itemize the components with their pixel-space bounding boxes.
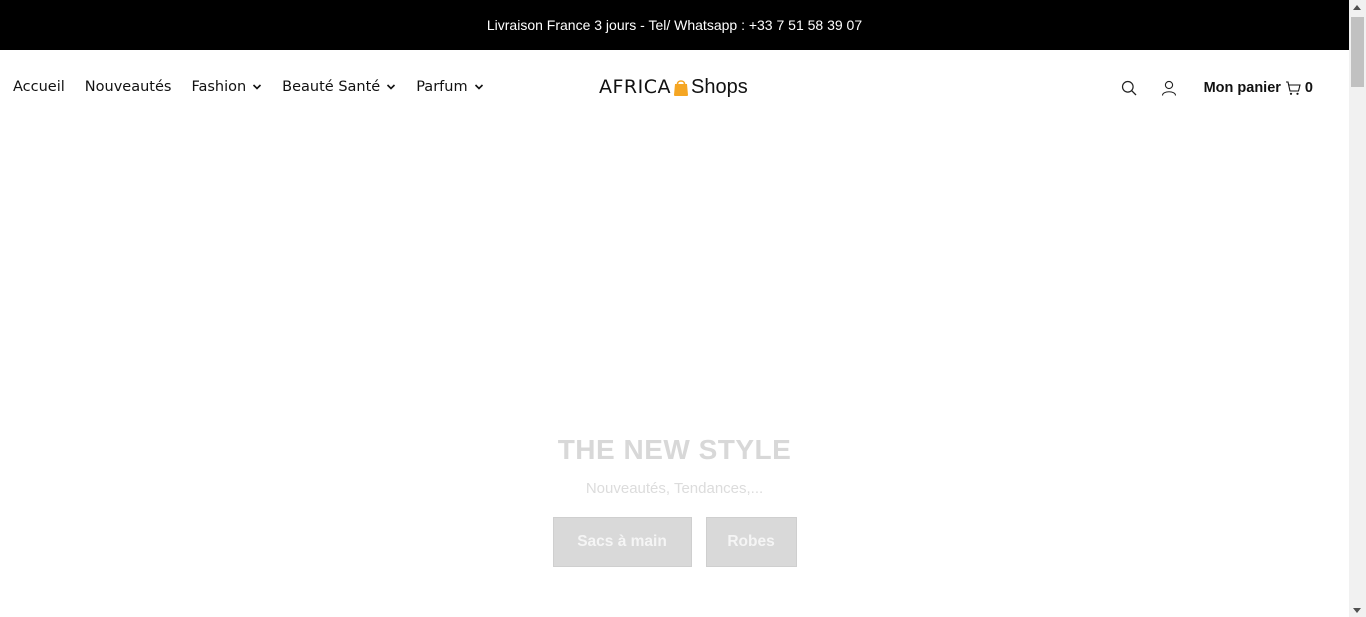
page: Livraison France 3 jours - Tel/ Whatsapp… [0,0,1349,617]
cart-label: Mon panier [1203,80,1281,96]
hero-title: THE NEW STYLE [557,434,792,465]
nav-item-fashion[interactable]: Fashion [191,79,262,95]
hero-buttons: Sacs à main Robes [0,517,1349,567]
nav-item-label: Nouveautés [84,79,172,95]
main-nav: Accueil Nouveautés Fashion Beauté Santé … [13,72,504,102]
nav-item-label: Fashion [191,79,247,95]
cart-button[interactable]: Mon panier 0 [1204,80,1313,96]
user-icon [1161,80,1176,96]
account-button[interactable] [1159,78,1179,98]
search-button[interactable] [1119,78,1139,98]
nav-item-accueil[interactable]: Accueil [13,79,65,95]
scroll-up-arrow-icon[interactable] [1353,5,1361,10]
site-logo[interactable]: AFRICA Shops [599,72,748,102]
chevron-down-icon [474,84,483,90]
cart-count: 0 [1304,80,1313,96]
nav-item-parfum[interactable]: Parfum [416,79,483,95]
logo-text-shops: Shops [691,75,748,98]
hero-subtitle: Nouveautés, Tendances,... [585,480,764,497]
announcement-text: Livraison France 3 jours - Tel/ Whatsapp… [486,17,863,33]
nav-item-label: Parfum [416,79,468,95]
nav-item-label: Beauté Santé [282,79,381,95]
sacs-a-main-button[interactable]: Sacs à main [552,517,692,567]
nav-item-label: Accueil [13,79,65,95]
scrollbar-thumb[interactable] [1351,17,1364,87]
cart-icon [1285,81,1301,95]
chevron-down-icon [253,84,262,90]
logo-text-africa: AFRICA [599,76,671,98]
chevron-down-icon [387,84,396,90]
robes-button[interactable]: Robes [705,517,797,567]
nav-item-beaute-sante[interactable]: Beauté Santé [282,79,396,95]
hero-banner: THE NEW STYLE Nouveautés, Tendances,... … [0,118,1349,617]
shopping-bag-icon [674,80,688,96]
scroll-down-arrow-icon[interactable] [1353,608,1361,613]
vertical-scrollbar[interactable] [1349,0,1366,617]
announcement-bar: Livraison France 3 jours - Tel/ Whatsapp… [0,0,1349,50]
search-icon [1121,80,1137,96]
nav-item-nouveautes[interactable]: Nouveautés [85,79,172,95]
header-actions: Mon panier 0 [1099,76,1313,100]
